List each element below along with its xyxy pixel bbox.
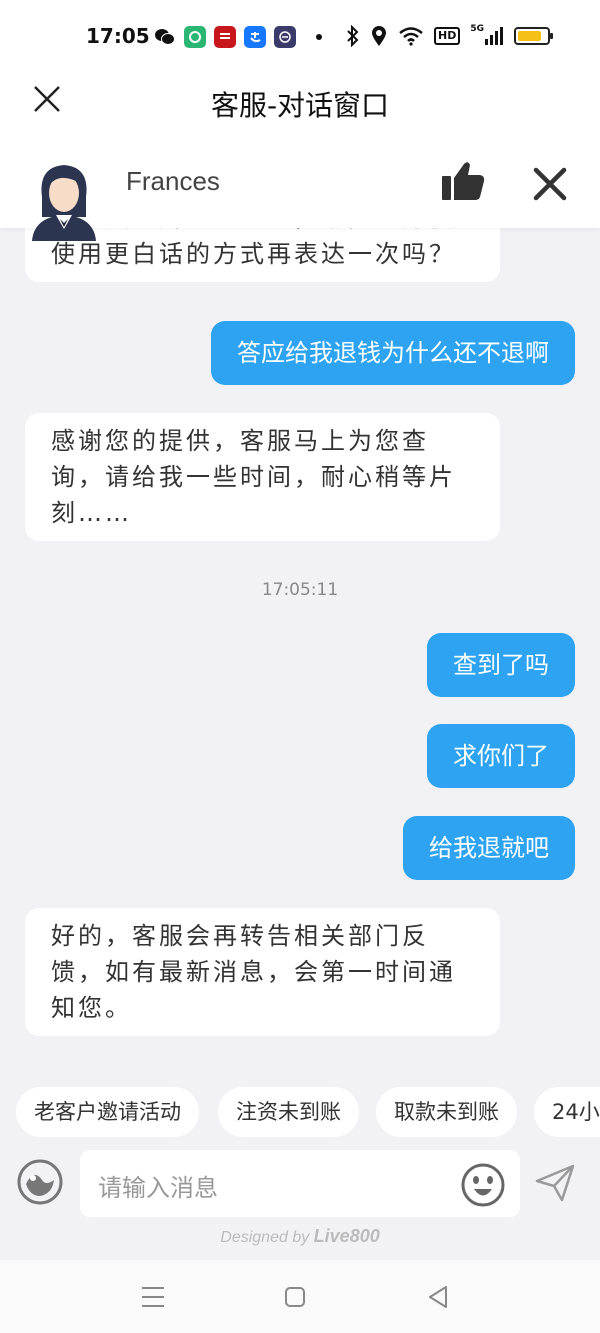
user-message: 给我退就吧 <box>403 816 575 880</box>
battery-icon <box>514 27 553 45</box>
alipay-icon <box>244 26 266 48</box>
quick-reply-chip[interactable]: 注资未到账 <box>218 1087 359 1137</box>
quick-reply-chip[interactable]: 老客户邀请活动 <box>16 1087 199 1137</box>
agent-avatar <box>28 157 100 241</box>
network-type: 5G <box>470 24 484 34</box>
wechat-icon <box>154 26 176 48</box>
chat-app-icon <box>184 26 206 48</box>
agent-name: Frances <box>126 166 220 196</box>
powered-by: Designed by Live800 <box>0 1226 600 1247</box>
bank-app-icon <box>274 26 296 48</box>
location-icon <box>370 25 388 47</box>
menu-icon[interactable] <box>138 1282 168 1312</box>
bluetooth-icon <box>346 25 360 47</box>
message-timestamp: 17:05:11 <box>261 580 339 600</box>
notification-icons <box>154 26 322 48</box>
agent-header: Frances <box>0 130 600 241</box>
brand-name: Live800 <box>313 1226 380 1246</box>
top-nav: 客服-对话窗口 <box>0 70 600 130</box>
news-app-icon <box>214 26 236 48</box>
status-time: 17:05 <box>86 24 150 48</box>
user-message: 求你们了 <box>427 724 575 788</box>
quick-replies: 老客户邀请活动 注资未到账 取款未到账 24小时 <box>0 1085 600 1141</box>
send-icon[interactable] <box>534 1162 576 1204</box>
message-input-placeholder: 请输入消息 <box>98 1174 218 1202</box>
end-chat-icon[interactable] <box>530 164 570 204</box>
battery-level <box>518 31 542 41</box>
user-message: 答应给我退钱为什么还不退啊 <box>211 321 575 385</box>
powered-by-prefix: Designed by <box>220 1229 310 1246</box>
page-title: 客服-对话窗口 <box>210 89 390 122</box>
thumbs-up-icon[interactable] <box>440 160 486 202</box>
wifi-icon <box>398 26 424 46</box>
hd-badge: HD <box>434 27 461 45</box>
system-nav-bar <box>0 1260 600 1333</box>
toggle-input-icon[interactable] <box>16 1158 64 1206</box>
quick-reply-chip[interactable]: 24小时 <box>534 1087 600 1137</box>
signal-icon: 5G <box>470 24 504 46</box>
emoji-icon[interactable] <box>460 1162 506 1208</box>
status-bar: 17:05 HD 5G <box>0 0 600 70</box>
user-message: 查到了吗 <box>427 633 575 697</box>
more-notifications-dot <box>316 34 322 40</box>
back-icon[interactable] <box>424 1282 454 1312</box>
quick-reply-chip[interactable]: 取款未到账 <box>376 1087 517 1137</box>
message-input-row: 请输入消息 <box>0 1148 600 1220</box>
chat-area[interactable]: 我不太理解您的意思，请问您方便使用更白话的方式再表达一次吗？ 答应给我退钱为什么… <box>0 130 600 1085</box>
message-input[interactable]: 请输入消息 <box>80 1150 520 1217</box>
agent-message: 感谢您的提供，客服马上为您查询，请给我一些时间，耐心稍等片刻…… <box>25 413 500 541</box>
home-icon[interactable] <box>280 1282 310 1312</box>
system-status-icons: HD 5G <box>346 24 553 47</box>
agent-message: 好的，客服会再转告相关部门反馈，如有最新消息，会第一时间通知您。 <box>25 908 500 1036</box>
